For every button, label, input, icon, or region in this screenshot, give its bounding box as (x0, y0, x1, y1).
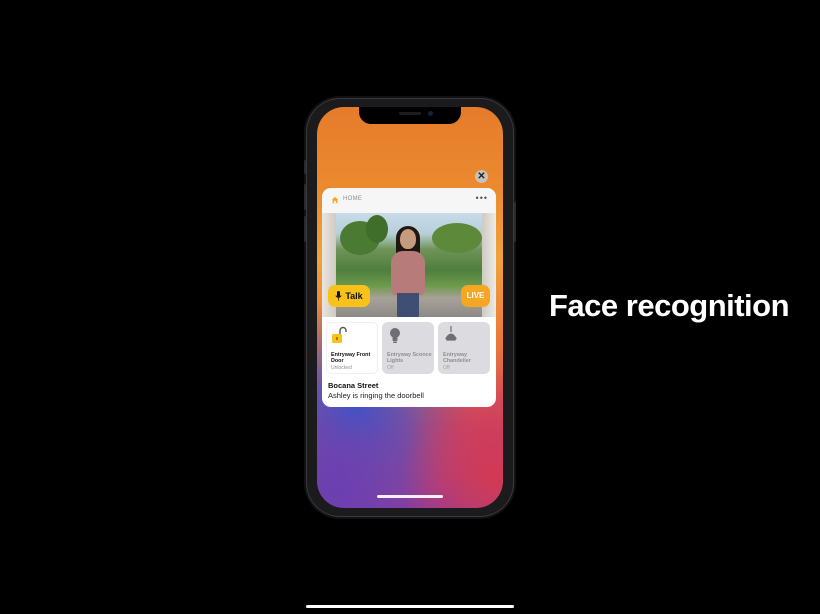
tree (432, 223, 482, 253)
doorbell-camera-feed[interactable]: Talk LIVE (322, 213, 496, 317)
dismiss-notification-button[interactable]: ✕ (475, 170, 488, 183)
visitor-face (400, 229, 416, 249)
accessory-status: Off (387, 365, 394, 371)
notification-title: Bocana Street (328, 381, 379, 390)
iphone-frame: ✕ HOME ••• Talk LIVE Entryway Front Door… (304, 98, 516, 517)
notch (359, 107, 461, 124)
volume-up-button (304, 184, 306, 210)
pendant-lamp-icon (445, 326, 457, 341)
home-indicator[interactable] (377, 495, 443, 498)
volume-down-button (304, 216, 306, 242)
front-camera (428, 111, 433, 116)
accessory-name: Entryway Front Door (331, 352, 371, 365)
tile-sconce-lights[interactable]: Entryway Sconce Lights Off (382, 322, 434, 374)
visitor-legs (397, 293, 419, 317)
unlocked-lock-icon (332, 326, 347, 343)
lightbulb-icon (390, 328, 400, 343)
live-button[interactable]: LIVE (461, 285, 490, 307)
earpiece-speaker (399, 112, 421, 115)
notification-body: Ashley is ringing the doorbell (328, 391, 424, 400)
microphone-icon (335, 291, 342, 301)
accessory-name: Entryway Sconce Lights (387, 352, 432, 365)
accessory-tiles: Entryway Front Door Unlocked Entryway Sc… (326, 322, 490, 374)
tile-chandelier[interactable]: Entryway Chandelier Off (438, 322, 490, 374)
notification-header: HOME ••• (322, 188, 496, 213)
accessory-status: Unlocked (331, 365, 352, 371)
slide-caption: Face recognition (549, 288, 790, 323)
app-name: HOME (343, 196, 363, 202)
visitor-body (391, 251, 425, 295)
side-button (304, 160, 306, 174)
power-button (514, 202, 516, 242)
more-options-button[interactable]: ••• (476, 193, 488, 203)
tree (366, 215, 388, 243)
phone-screen: ✕ HOME ••• Talk LIVE Entryway Front Door… (317, 107, 503, 508)
tile-front-door[interactable]: Entryway Front Door Unlocked (326, 322, 378, 374)
video-progress-bar[interactable] (306, 605, 514, 608)
talk-label: Talk (345, 291, 363, 301)
talk-button[interactable]: Talk (328, 285, 370, 307)
accessory-name: Entryway Chandelier (443, 352, 471, 365)
accessory-status: Off (443, 365, 450, 371)
doorbell-notification-card[interactable]: HOME ••• Talk LIVE Entryway Front Door U… (322, 188, 496, 407)
home-icon (331, 196, 339, 204)
